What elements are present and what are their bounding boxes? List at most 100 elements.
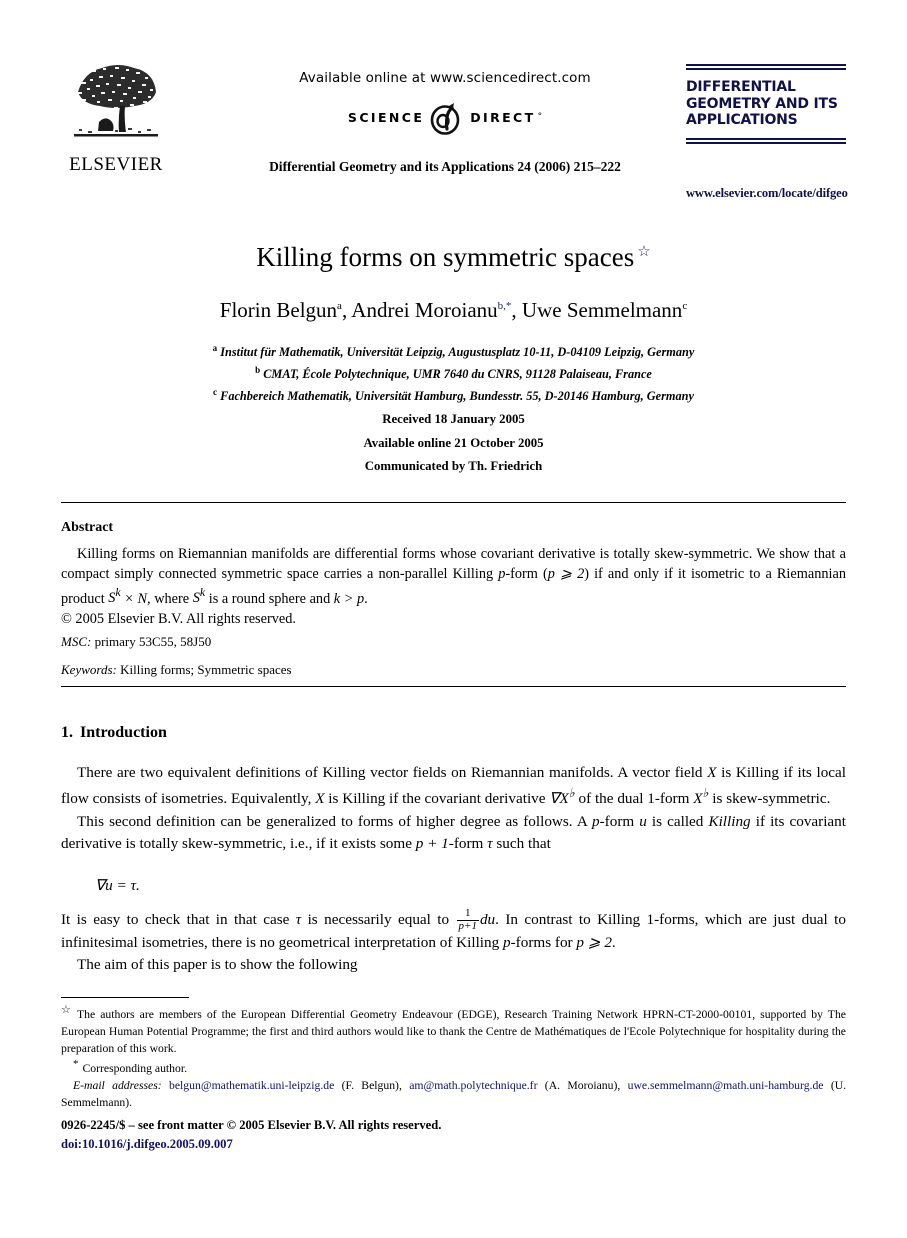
footnote-star-marker-icon: ☆ xyxy=(61,1004,73,1016)
abstract-frag-4: , where xyxy=(147,590,193,607)
msc-label: MSC: xyxy=(61,634,92,649)
journal-logo: DIFFERENTIAL GEOMETRY AND ITS APPLICATIO… xyxy=(686,64,846,144)
paper-page: ELSEVIER Available online at www.science… xyxy=(0,0,907,1238)
elsevier-logo: ELSEVIER xyxy=(62,62,170,174)
keywords-line: Keywords: Killing forms; Symmetric space… xyxy=(61,662,292,678)
footnote-corresponding: * Corresponding author. xyxy=(61,1057,846,1078)
equation-content: ∇u = τ. xyxy=(95,877,140,894)
p2-frag-1: This second definition can be generalize… xyxy=(77,812,593,830)
p1-frag-5: is skew-symmetric. xyxy=(708,790,831,808)
introduction-body-part-2: It is easy to check that in that case τ … xyxy=(61,907,846,977)
page-title: Killing forms on symmetric spaces ☆ xyxy=(0,242,907,273)
communicated-by: Communicated by Th. Friedrich xyxy=(364,459,543,474)
author-name-1: Florin Belgun xyxy=(219,298,338,322)
received-date: Received 18 January 2005 xyxy=(382,412,525,426)
p1-x-flat: X xyxy=(693,790,703,808)
p1-frag-3: is Killing if the covariant derivative xyxy=(324,790,550,808)
affiliation-item: b CMAT, École Polytechnique, UMR 7640 du… xyxy=(0,363,907,385)
page-footer: 0926-2245/$ – see front matter © 2005 El… xyxy=(61,1116,846,1154)
p2-frag-6: such that xyxy=(492,835,551,853)
sciencedirect-trademark: ° xyxy=(537,112,543,122)
abstract-condition-p: p ⩾ 2 xyxy=(547,566,585,583)
footnote-star-text: The authors are members of the European … xyxy=(61,1007,846,1055)
p2-symbol-u: u xyxy=(639,812,647,830)
email-owner-1: (F. Belgun) xyxy=(341,1079,399,1093)
author-name-3: Uwe Semmelmann xyxy=(521,298,683,322)
p3-condition: p ⩾ 2 xyxy=(576,934,612,952)
abstract-times-n: × N xyxy=(120,590,148,607)
author-marker-2: b,* xyxy=(497,300,512,312)
doi-link[interactable]: doi:10.1016/j.difgeo.2005.09.007 xyxy=(61,1135,846,1154)
email-addresses-label: E-mail addresses: xyxy=(73,1079,162,1093)
abstract-sk-1: Sk xyxy=(108,586,120,607)
sciencedirect-direct-word: DIRECT xyxy=(470,109,536,125)
footnote-star: ☆ The authors are members of the European… xyxy=(61,1003,846,1057)
journal-logo-line-3: APPLICATIONS xyxy=(686,112,798,129)
p1-frag-4: of the dual 1-form xyxy=(574,790,694,808)
page-header: ELSEVIER Available online at www.science… xyxy=(0,56,907,206)
keywords-label: Keywords: xyxy=(61,662,117,677)
p3-frag-1: It is easy to check that in that case xyxy=(61,910,296,928)
affiliation-item: c Fachbereich Mathematik, Universität Ha… xyxy=(0,385,907,407)
journal-reference: Differential Geometry and its Applicatio… xyxy=(269,159,621,174)
section-title: Introduction xyxy=(80,724,167,741)
corresponding-marker-icon: * xyxy=(73,1058,79,1071)
affiliation-text: Institut für Mathematik, Universität Lei… xyxy=(220,345,695,360)
p3-frag-4: -forms for xyxy=(510,934,577,952)
abstract-text: Killing forms on Riemannian manifolds ar… xyxy=(61,544,846,629)
footnote-block: ☆ The authors are members of the European… xyxy=(61,1003,846,1112)
abstract-copyright: © 2005 Elsevier B.V. All rights reserved… xyxy=(61,610,296,627)
email-link-2[interactable]: am@math.polytechnique.fr xyxy=(409,1079,537,1092)
abstract-rule-top xyxy=(61,502,846,503)
p1-xb: X♭ xyxy=(693,786,708,808)
corresponding-author-text: Corresponding author. xyxy=(82,1062,188,1076)
sciencedirect-science-word: SCIENCE xyxy=(347,109,425,125)
sciencedirect-logo: SCIENCE DIRECT ° xyxy=(210,98,680,136)
publication-dates: Received 18 January 2005 Available onlin… xyxy=(0,408,907,479)
p3-frag-2: is necessarily equal to xyxy=(301,910,456,928)
abstract-frag-6: . xyxy=(364,590,368,607)
journal-logo-line-1: DIFFERENTIAL xyxy=(686,79,796,95)
p3-symbol-du: du xyxy=(479,910,496,928)
journal-url-link[interactable]: www.elsevier.com/locate/difgeo xyxy=(686,186,851,201)
body-paragraph: This second definition can be generalize… xyxy=(61,811,846,856)
p3-frag-5: . xyxy=(611,934,616,952)
abstract-frag-2: -form ( xyxy=(505,566,548,583)
email-link-3[interactable]: uwe.semmelmann@math.uni-hamburg.de xyxy=(628,1079,824,1092)
article-title: Killing forms on symmetric spaces xyxy=(256,242,635,272)
msc-value: primary 53C55, 58J50 xyxy=(94,634,212,649)
email-link-1[interactable]: belgun@mathematik.uni-leipzig.de xyxy=(169,1079,334,1092)
body-paragraph: The aim of this paper is to show the fol… xyxy=(77,956,358,974)
keywords-value: Killing forms; Symmetric spaces xyxy=(120,662,292,677)
introduction-body-part-1: There are two equivalent definitions of … xyxy=(61,762,846,855)
abstract-frag-5: is a round sphere and xyxy=(205,590,334,607)
abstract-s-symbol-2: S xyxy=(192,590,200,607)
p1-nabla-xb: ∇X♭ xyxy=(549,786,574,808)
abstract-sk-2: Sk xyxy=(192,586,205,607)
section-number: 1. xyxy=(61,724,73,741)
affiliation-text: CMAT, École Polytechnique, UMR 7640 du C… xyxy=(263,367,652,382)
affiliation-marker: c xyxy=(213,387,218,397)
author-marker-1: a xyxy=(337,300,342,312)
p2-frag-5: -form xyxy=(448,835,488,853)
abstract-rule-bottom xyxy=(61,686,846,687)
sciencedirect-block: Available online at www.sciencedirect.co… xyxy=(210,70,680,136)
p2-symbol-p: p xyxy=(592,812,600,830)
p2-frag-3: is called xyxy=(646,812,709,830)
p2-frag-2: -form xyxy=(599,812,640,830)
email-owner-2: (A. Moroianu) xyxy=(544,1079,618,1093)
p1-frag-1: There are two equivalent definitions of … xyxy=(77,764,708,781)
footnote-separator xyxy=(61,997,189,998)
journal-logo-line-2: GEOMETRY AND ITS xyxy=(686,95,838,112)
affiliation-marker: b xyxy=(255,365,261,375)
footnote-emails: E-mail addresses: belgun@mathematik.uni-… xyxy=(61,1079,847,1109)
author-marker-3: c xyxy=(682,300,688,312)
abstract-condition-kp: k > p xyxy=(333,590,365,607)
p1-nabla: ∇X xyxy=(549,790,569,808)
available-online-text: Available online at www.sciencedirect.co… xyxy=(299,70,591,86)
journal-logo-title: DIFFERENTIAL GEOMETRY AND ITS APPLICATIO… xyxy=(686,79,846,129)
elsevier-wordmark: ELSEVIER xyxy=(69,154,163,175)
author-list: Florin Belguna, Andrei Moroianub,*, Uwe … xyxy=(219,298,688,322)
title-footnote-star-icon[interactable]: ☆ xyxy=(637,244,650,260)
elsevier-tree-icon xyxy=(74,65,158,137)
